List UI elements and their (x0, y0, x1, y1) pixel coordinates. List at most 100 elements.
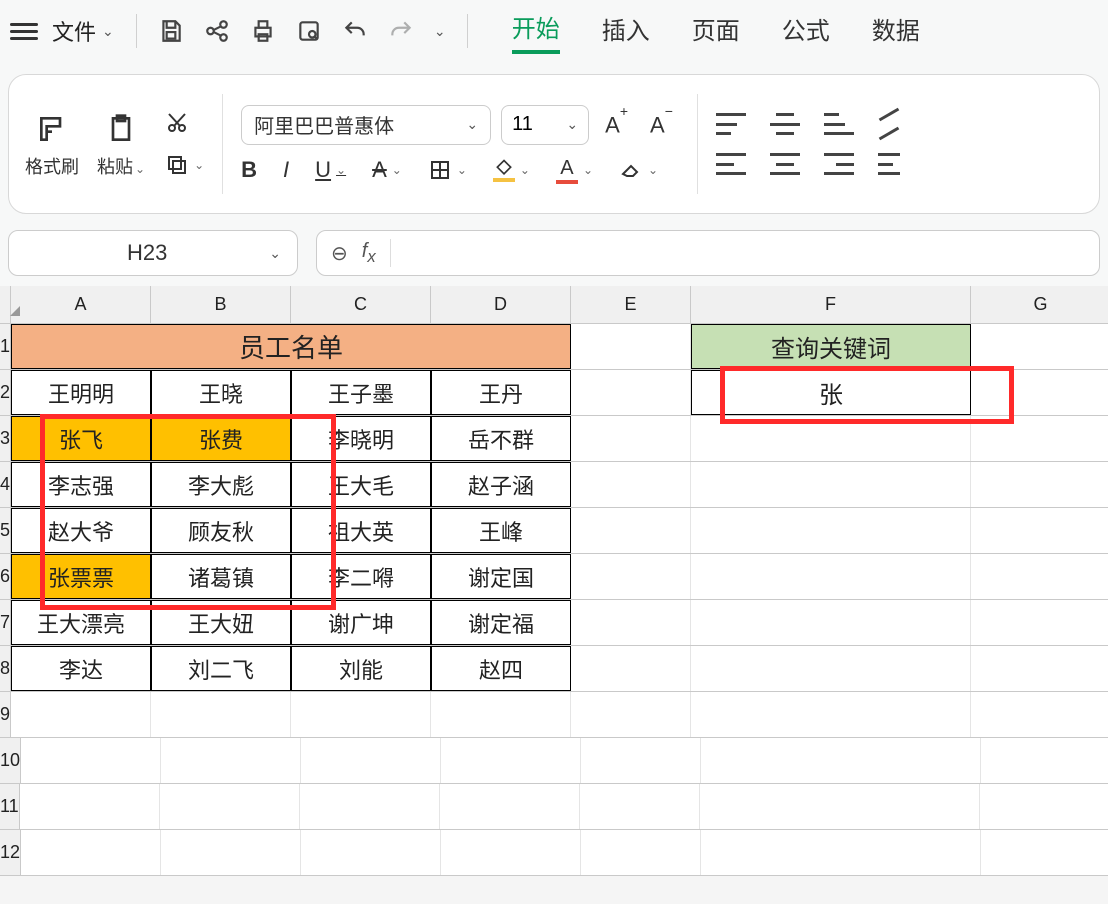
align-center-button[interactable] (770, 153, 800, 175)
cell[interactable] (971, 646, 1108, 691)
print-icon[interactable] (243, 11, 283, 51)
cell[interactable] (691, 692, 971, 737)
cell[interactable] (11, 692, 151, 737)
row-header-9[interactable]: 9 (0, 692, 11, 737)
cell[interactable] (581, 830, 701, 875)
cell[interactable] (571, 600, 691, 645)
table-cell[interactable]: 张费 (151, 416, 291, 461)
table-cell[interactable]: 诸葛镇 (151, 554, 291, 599)
col-header-F[interactable]: F (691, 286, 971, 323)
underline-button[interactable]: U⌄ (315, 157, 346, 183)
col-header-G[interactable]: G (971, 286, 1108, 323)
table-cell[interactable]: 李晓明 (291, 416, 431, 461)
cell[interactable] (431, 692, 571, 737)
cell[interactable] (691, 462, 971, 507)
keyword-header[interactable]: 查询关键词 (691, 324, 971, 369)
cell[interactable] (971, 508, 1108, 553)
cell[interactable] (301, 830, 441, 875)
row-header-1[interactable]: 1 (0, 324, 11, 369)
table-cell[interactable]: 王丹 (431, 370, 571, 415)
orientation-button[interactable] (878, 113, 900, 135)
align-bottom-button[interactable] (824, 113, 854, 135)
eraser-button[interactable]: ⌄ (619, 158, 658, 182)
table-cell[interactable]: 李志强 (11, 462, 151, 507)
formula-input[interactable] (390, 239, 1085, 267)
cell[interactable] (571, 692, 691, 737)
table-cell[interactable]: 王大妞 (151, 600, 291, 645)
cancel-icon[interactable]: ⊖ (331, 241, 348, 266)
select-all-corner[interactable] (0, 286, 11, 323)
row-header-4[interactable]: 4 (0, 462, 11, 507)
row-header-5[interactable]: 5 (0, 508, 11, 553)
save-icon[interactable] (151, 11, 191, 51)
cell[interactable] (691, 508, 971, 553)
row-header-10[interactable]: 10 (0, 738, 21, 783)
cell[interactable] (301, 738, 441, 783)
row-header-11[interactable]: 11 (0, 784, 20, 829)
cell[interactable] (581, 738, 701, 783)
table-cell[interactable]: 李二嘚 (291, 554, 431, 599)
fill-color-button[interactable]: ⌄ (493, 158, 530, 182)
grow-font-button[interactable]: A+ (599, 109, 634, 140)
format-painter-button[interactable]: 格式刷 (25, 109, 79, 179)
align-right-button[interactable] (824, 153, 854, 175)
table-cell[interactable]: 王大毛 (291, 462, 431, 507)
table-cell[interactable]: 王大漂亮 (11, 600, 151, 645)
cell[interactable] (571, 554, 691, 599)
col-header-C[interactable]: C (291, 286, 431, 323)
cell[interactable] (971, 416, 1108, 461)
cell[interactable] (571, 370, 691, 415)
tab-formula[interactable]: 公式 (782, 11, 830, 52)
share-icon[interactable] (197, 11, 237, 51)
cell[interactable] (441, 738, 581, 783)
copy-button[interactable]: ⌄ (165, 153, 204, 177)
table-cell[interactable]: 张票票 (11, 554, 151, 599)
row-header-7[interactable]: 7 (0, 600, 11, 645)
table-cell[interactable]: 祖大英 (291, 508, 431, 553)
table-cell[interactable]: 赵子涵 (431, 462, 571, 507)
table-cell[interactable]: 王明明 (11, 370, 151, 415)
paste-button[interactable]: 粘贴⌄ (97, 109, 145, 179)
cell[interactable] (151, 692, 291, 737)
col-header-D[interactable]: D (431, 286, 571, 323)
strikethrough-button[interactable]: A⌄ (372, 157, 402, 183)
row-header-6[interactable]: 6 (0, 554, 11, 599)
cell[interactable] (300, 784, 440, 829)
cell[interactable] (571, 324, 691, 369)
hamburger-icon[interactable] (10, 23, 38, 40)
cell[interactable] (981, 738, 1108, 783)
name-box[interactable]: H23 ⌄ (8, 230, 298, 276)
cell[interactable] (21, 738, 161, 783)
cell[interactable] (691, 646, 971, 691)
col-header-A[interactable]: A (11, 286, 151, 323)
file-menu[interactable]: 文件 ⌄ (44, 15, 122, 47)
table-cell[interactable]: 刘二飞 (151, 646, 291, 691)
table-cell[interactable]: 王峰 (431, 508, 571, 553)
cell[interactable] (971, 554, 1108, 599)
row-header-2[interactable]: 2 (0, 370, 11, 415)
align-top-button[interactable] (716, 113, 746, 135)
undo-icon[interactable] (335, 11, 375, 51)
row-header-8[interactable]: 8 (0, 646, 11, 691)
cell[interactable] (981, 830, 1108, 875)
table-cell[interactable]: 赵大爷 (11, 508, 151, 553)
table-cell[interactable]: 李达 (11, 646, 151, 691)
row-header-12[interactable]: 12 (0, 830, 21, 875)
shrink-font-button[interactable]: A− (644, 109, 679, 140)
cell[interactable] (691, 554, 971, 599)
cell[interactable] (571, 508, 691, 553)
cell[interactable] (971, 692, 1108, 737)
cell[interactable] (971, 600, 1108, 645)
table-cell[interactable]: 谢定福 (431, 600, 571, 645)
align-middle-button[interactable] (770, 113, 800, 135)
cell[interactable] (971, 462, 1108, 507)
cell[interactable] (291, 692, 431, 737)
cut-button[interactable] (165, 111, 204, 135)
table-cell[interactable]: 王晓 (151, 370, 291, 415)
bold-button[interactable]: B (241, 157, 257, 183)
cell[interactable] (571, 646, 691, 691)
cell[interactable] (20, 784, 160, 829)
font-size-select[interactable]: 11 ⌄ (501, 105, 589, 145)
tab-data[interactable]: 数据 (872, 11, 920, 52)
indent-button[interactable] (878, 153, 900, 175)
